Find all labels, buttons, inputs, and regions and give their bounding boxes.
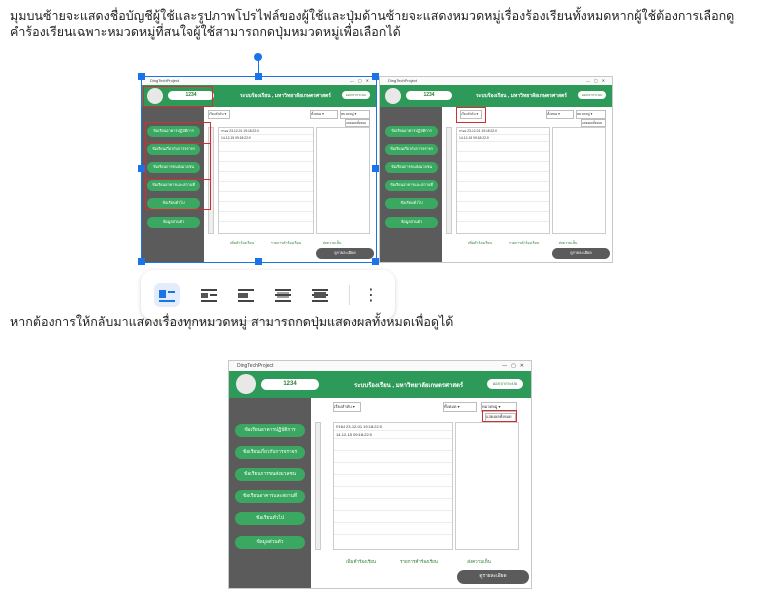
add-complaint-button[interactable]: เพิ่มคำร้องเรียน [464,240,496,246]
category-button[interactable]: ข้อเรียนการขนส่งมวลชน [385,162,438,173]
list-item[interactable] [457,182,549,192]
screenshot-right-app[interactable]: DingTechProject —▢✕ 1234 ระบบร้องเรียน , … [379,76,613,263]
list-item[interactable] [457,142,549,152]
resize-handle-ne[interactable] [372,73,379,80]
list-item[interactable] [457,162,549,172]
category-button[interactable]: ข้อเรียนอาคารและสถานที่ [385,180,438,191]
category-dropdown[interactable]: หมวดหมู่ ▾ [576,110,606,119]
toolbar-divider [349,285,350,305]
list-item[interactable] [334,463,452,475]
resize-handle-se[interactable] [372,258,379,265]
list-item[interactable] [334,523,452,535]
rotate-handle[interactable] [254,53,262,61]
list-item[interactable] [334,475,452,487]
list-item[interactable] [334,439,452,451]
resize-handle-sw[interactable] [138,258,145,265]
wrap-behind-icon[interactable] [270,283,296,307]
detail-column [552,127,606,234]
show-all-button[interactable]: แสดงผลทั้งหมด [581,119,606,127]
category-button[interactable]: ข้อเรียนอาคารและสถานที่ [235,490,305,503]
profile-avatar [236,374,256,394]
list-item[interactable] [334,511,452,523]
complaint-list[interactable]: กรอง 23-12-01 19:18:22:0 14-12-15 09:18:… [456,127,550,234]
complaint-list-button[interactable]: รายการคำร้องเรียน [508,240,540,246]
category-button[interactable]: ข้อเรียนอาคารปฏิบัติการ [235,424,305,437]
list-item[interactable] [457,172,549,182]
category-button[interactable]: ข้อเรียนเกี่ยวกับการจราจร [235,446,305,459]
image-selection-frame[interactable] [141,76,377,263]
main-panel: เรียงลำดับ ▾ ทั้งหมด ▾ หมวดหมู่ ▾ แสดงผล… [311,398,531,588]
list-item[interactable] [334,487,452,499]
filter-dropdown[interactable]: ทั้งหมด ▾ [443,402,477,412]
paragraph-category-intro: มุมบนซ้ายจะแสดงชื่อบัญชีผู้ใช้และรูปภาพโ… [10,8,735,39]
screenshot-bottom-app[interactable]: DingTechProject —▢✕ 1234 ระบบร้องเรียน , … [228,360,532,589]
category-button[interactable]: ข้อเรียนการขนส่งมวลชน [235,468,305,481]
app-header: 1234 ระบบร้องเรียน , มหาวิทยาลัยเกษตรศาส… [229,371,531,398]
wrap-front-icon[interactable] [307,283,333,307]
complaint-list[interactable]: กรอง 23-12-01 19:18:22:0 14-12-15 09:18:… [333,422,453,550]
window-controls: —▢✕ [502,363,528,369]
window-controls: —▢✕ [585,78,609,83]
sidebar: ข้อเรียนอาคารปฏิบัติการ ข้อเรียนเกี่ยวกั… [229,398,311,588]
list-item[interactable]: 14-12-15 09:18:22:0 [457,135,549,142]
resize-handle-w[interactable] [138,165,145,172]
window-titlebar: DingTechProject —▢✕ [229,361,531,371]
more-options-icon[interactable]: ⋮ [361,283,381,307]
list-item[interactable] [334,451,452,463]
highlight-show-all [482,410,517,422]
paragraph-show-all: หากต้องการให้กลับมาแสดงเรื่องทุกหมวดหมู่… [10,314,454,329]
logout-button[interactable]: ออกจากระบบ [578,91,606,99]
resize-handle-n[interactable] [255,73,262,80]
list-item[interactable]: 14-12-15 09:18:22:0 [334,431,452,439]
window-titlebar: DingTechProject —▢✕ [380,77,612,85]
category-button[interactable]: ข้อเรียนอาคารปฏิบัติการ [385,126,438,137]
resize-handle-s[interactable] [255,258,262,265]
user-id-label: 1234 [261,379,319,390]
logout-button[interactable]: ออกจากระบบ [487,379,523,389]
detail-column [455,422,519,550]
left-blank-column [446,127,452,234]
list-item[interactable] [457,202,549,212]
list-item[interactable] [457,212,549,222]
filter-dropdown[interactable]: ทั้งหมด ▾ [546,110,574,119]
main-panel: เรียงลำดับ ▾ ทั้งหมด ▾ หมวดหมู่ ▾ แสดงผล… [442,107,612,262]
sort-dropdown[interactable]: เรียงลำดับ ▾ [333,402,361,412]
sidebar: ข้อเรียนอาคารปฏิบัติการ ข้อเรียนเกี่ยวกั… [380,107,442,262]
left-blank-column [315,422,321,550]
wrap-top-bottom-icon[interactable] [233,283,259,307]
list-item[interactable] [457,152,549,162]
resize-handle-nw[interactable] [138,73,145,80]
list-item[interactable]: กรอง 23-12-01 19:18:22:0 [334,423,452,431]
list-item[interactable] [334,499,452,511]
add-complaint-button[interactable]: เพิ่มคำร้องเรียน [341,558,381,565]
app-header: 1234 ระบบร้องเรียน , มหาวิทยาลัยเกษตรศาส… [380,85,612,107]
feedback-button[interactable]: ส่งความเห็น [459,558,499,565]
list-item[interactable] [457,192,549,202]
list-item[interactable]: กรอง 23-12-01 19:18:22:0 [457,128,549,135]
user-id-label: 1234 [406,91,452,100]
wrap-square-icon[interactable] [196,283,222,307]
status-bar-button[interactable]: ดูรายละเอียด [552,248,610,259]
complaint-list-button[interactable]: รายการคำร้องเรียน [399,558,439,565]
category-button[interactable]: ข้อเรียนทั่วไป [235,512,305,525]
image-layout-toolbar: ⋮ [141,270,395,320]
resize-handle-e[interactable] [372,165,379,172]
profile-button[interactable]: ข้อมูลส่วนตัว [385,217,438,228]
feedback-button[interactable]: ส่งความเห็น [552,240,584,246]
header-title: ระบบร้องเรียน , มหาวิทยาลัยเกษตรศาสตร์ [476,93,567,99]
category-button[interactable]: ข้อเรียนทั่วไป [385,198,438,209]
profile-avatar [385,88,401,104]
status-bar-button[interactable]: ดูรายละเอียด [457,570,529,584]
category-button[interactable]: ข้อเรียนเกี่ยวกับการจราจร [385,144,438,155]
profile-button[interactable]: ข้อมูลส่วนตัว [235,536,305,549]
wrap-inline-icon[interactable] [154,283,180,307]
highlight-sort-dropdown [456,107,486,123]
header-title: ระบบร้องเรียน , มหาวิทยาลัยเกษตรศาสตร์ [354,383,464,389]
